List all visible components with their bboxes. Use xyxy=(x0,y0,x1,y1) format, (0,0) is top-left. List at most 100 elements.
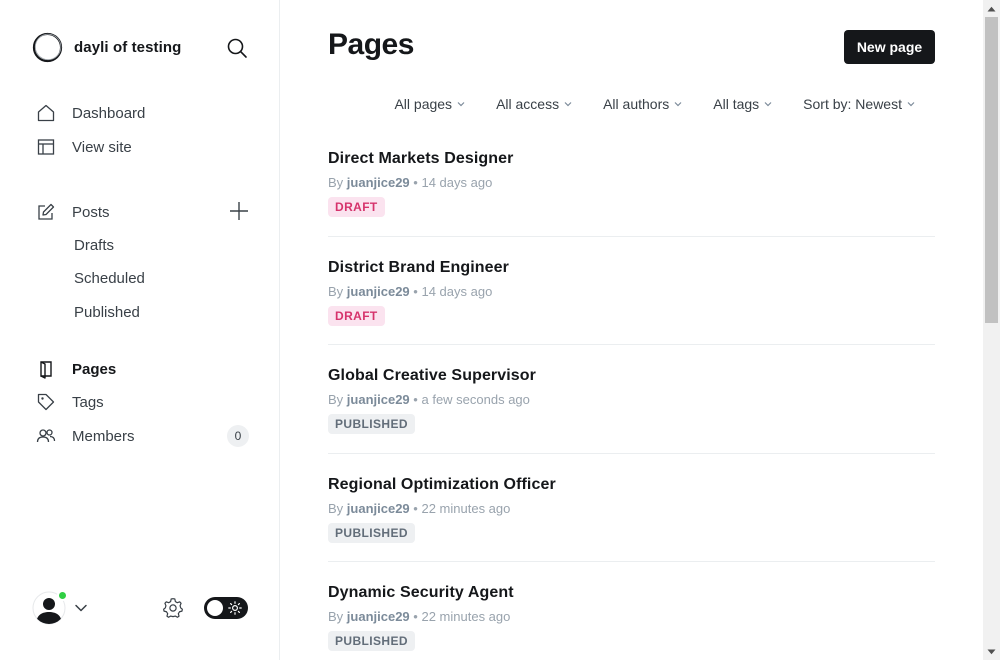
list-item[interactable]: Global Creative Supervisor By juanjice29… xyxy=(328,345,935,454)
by-label: By xyxy=(328,392,344,407)
tag-icon xyxy=(36,392,56,412)
scrollbar-thumb[interactable] xyxy=(985,17,998,323)
page-item-meta: By juanjice29 • 14 days ago xyxy=(328,284,935,299)
pencil-icon xyxy=(36,202,56,222)
nav-tags-label: Tags xyxy=(72,393,104,411)
nav-dashboard-label: Dashboard xyxy=(72,104,146,122)
sort-dropdown[interactable]: Sort by: Newest xyxy=(803,96,915,112)
meta-separator: • xyxy=(413,500,418,516)
by-label: By xyxy=(328,500,344,516)
list-item[interactable]: Direct Markets Designer By juanjice29 • … xyxy=(328,128,935,237)
add-post-plus-icon[interactable] xyxy=(228,200,250,222)
triangle-up-icon xyxy=(987,6,996,11)
timestamp: 14 days ago xyxy=(421,283,493,299)
list-item[interactable]: Dynamic Security Agent By juanjice29 • 2… xyxy=(328,562,935,660)
list-item[interactable]: Regional Optimization Officer By juanjic… xyxy=(328,454,935,562)
filter-tags-dropdown[interactable]: All tags xyxy=(713,96,772,112)
nav-pages-label: Pages xyxy=(72,360,117,378)
page-title: Pages xyxy=(328,28,414,61)
status-badge: DRAFT xyxy=(328,305,385,326)
status-badge: PUBLISHED xyxy=(328,631,415,651)
chevron-down-icon xyxy=(764,102,772,107)
timestamp: 22 minutes ago xyxy=(421,500,511,516)
author-name: juanjice29 xyxy=(346,392,410,407)
filter-label: Sort by: Newest xyxy=(803,96,902,112)
sidebar: dayli of testing Dashboard View site Pos… xyxy=(0,0,280,660)
meta-separator: • xyxy=(413,392,418,407)
members-icon xyxy=(36,426,56,446)
chevron-down-icon xyxy=(907,102,915,107)
by-label: By xyxy=(328,609,344,624)
page-list: Direct Markets Designer By juanjice29 • … xyxy=(328,128,935,660)
chevron-down-icon xyxy=(457,102,465,107)
nav-posts[interactable]: Posts xyxy=(36,200,110,224)
brand[interactable]: dayli of testing xyxy=(32,32,181,63)
filter-bar: All pages All access All authors All tag… xyxy=(394,96,915,112)
home-icon xyxy=(36,103,56,123)
nav-members-label: Members xyxy=(72,427,135,445)
nav-posts-label: Posts xyxy=(72,203,110,221)
brand-logo-icon xyxy=(32,32,63,63)
online-status-dot xyxy=(57,590,68,601)
filter-label: All access xyxy=(496,96,560,112)
filter-pages-dropdown[interactable]: All pages xyxy=(394,96,465,112)
brand-name: dayli of testing xyxy=(74,39,182,56)
nav-pages[interactable]: Pages xyxy=(36,357,116,381)
filter-label: All pages xyxy=(394,96,453,112)
author-name: juanjice29 xyxy=(346,500,410,516)
scroll-up-arrow[interactable] xyxy=(983,0,1000,17)
filter-authors-dropdown[interactable]: All authors xyxy=(603,96,682,112)
author-name: juanjice29 xyxy=(346,175,410,190)
nav-view-site[interactable]: View site xyxy=(36,135,132,159)
chevron-down-icon xyxy=(564,102,572,107)
nav-dashboard[interactable]: Dashboard xyxy=(36,101,145,125)
nav-drafts[interactable]: Drafts xyxy=(74,237,114,254)
status-badge: DRAFT xyxy=(328,197,385,217)
vertical-scrollbar[interactable] xyxy=(983,0,1000,660)
theme-toggle[interactable] xyxy=(204,597,248,619)
list-item[interactable]: District Brand Engineer By juanjice29 • … xyxy=(328,237,935,345)
page-item-title[interactable]: Dynamic Security Agent xyxy=(328,584,935,602)
user-menu[interactable] xyxy=(32,590,88,625)
meta-separator: • xyxy=(413,609,418,624)
by-label: By xyxy=(328,175,344,190)
page-item-title[interactable]: District Brand Engineer xyxy=(328,259,935,277)
avatar xyxy=(32,590,68,625)
filter-label: All tags xyxy=(713,96,760,112)
theme-toggle-knob xyxy=(207,600,223,616)
page-item-title[interactable]: Regional Optimization Officer xyxy=(328,476,935,494)
timestamp: a few seconds ago xyxy=(421,392,530,407)
page-item-meta: By juanjice29 • 22 minutes ago xyxy=(328,501,935,516)
search-icon[interactable] xyxy=(226,37,248,59)
sun-icon xyxy=(228,601,242,615)
status-badge: PUBLISHED xyxy=(328,522,415,543)
filter-access-dropdown[interactable]: All access xyxy=(496,96,572,112)
meta-separator: • xyxy=(413,283,418,299)
new-page-button[interactable]: New page xyxy=(844,30,935,64)
timestamp: 14 days ago xyxy=(421,175,493,190)
status-badge: PUBLISHED xyxy=(328,414,415,434)
page-item-meta: By juanjice29 • 22 minutes ago xyxy=(328,609,935,624)
nav-published[interactable]: Published xyxy=(74,304,140,321)
nav-tags[interactable]: Tags xyxy=(36,390,104,414)
page-item-meta: By juanjice29 • 14 days ago xyxy=(328,175,935,190)
page-item-meta: By juanjice29 • a few seconds ago xyxy=(328,392,935,407)
page-icon xyxy=(36,359,56,379)
filter-label: All authors xyxy=(603,96,670,112)
author-name: juanjice29 xyxy=(346,283,410,299)
gear-icon[interactable] xyxy=(162,597,184,619)
page-item-title[interactable]: Direct Markets Designer xyxy=(328,150,935,168)
layout-icon xyxy=(36,137,56,157)
page-item-title[interactable]: Global Creative Supervisor xyxy=(328,367,935,385)
members-count-badge: 0 xyxy=(227,425,249,447)
nav-view-site-label: View site xyxy=(72,138,132,156)
triangle-down-icon xyxy=(987,649,996,654)
nav-scheduled[interactable]: Scheduled xyxy=(74,270,145,287)
chevron-down-icon xyxy=(674,102,682,107)
scroll-down-arrow[interactable] xyxy=(983,643,1000,660)
chevron-down-icon xyxy=(75,604,87,612)
by-label: By xyxy=(328,283,344,299)
nav-members[interactable]: Members xyxy=(36,424,135,448)
timestamp: 22 minutes ago xyxy=(421,609,511,624)
meta-separator: • xyxy=(413,175,418,190)
